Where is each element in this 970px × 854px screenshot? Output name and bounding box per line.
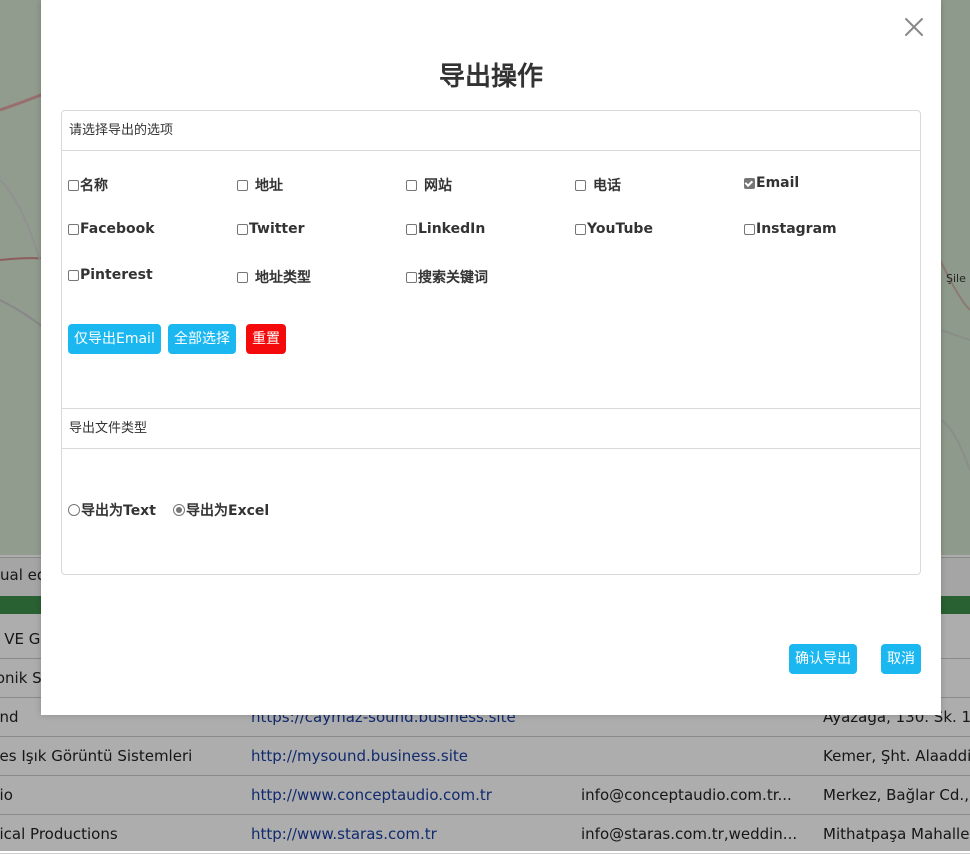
- reset-button[interactable]: 重置: [246, 324, 286, 354]
- checkbox-icon[interactable]: [237, 179, 248, 191]
- export-option-label: Instagram: [756, 221, 837, 237]
- export-option-label: YouTube: [587, 221, 653, 237]
- close-button[interactable]: [902, 15, 926, 39]
- file-type-option-0[interactable]: 导出为Text: [68, 500, 156, 520]
- export-email-only-button[interactable]: 仅导出Email: [68, 324, 161, 354]
- cancel-button[interactable]: 取消: [881, 644, 921, 674]
- checkbox-icon[interactable]: [68, 269, 79, 281]
- export-option-label: LinkedIn: [418, 221, 486, 237]
- close-icon: [905, 18, 923, 36]
- export-option-label: 地址: [255, 178, 283, 194]
- export-option-4[interactable]: Email: [744, 175, 799, 191]
- dialog-title: 导出操作: [438, 62, 543, 92]
- export-option-9[interactable]: Instagram: [744, 221, 837, 237]
- checkbox-icon[interactable]: [68, 179, 79, 191]
- file-type-label: 导出为Text: [81, 503, 156, 519]
- export-option-label: 电话: [593, 178, 621, 194]
- checkbox-icon[interactable]: [406, 179, 417, 191]
- select-all-button[interactable]: 全部选择: [168, 324, 236, 354]
- export-option-label: Twitter: [249, 221, 305, 237]
- export-option-6[interactable]: Twitter: [237, 221, 305, 237]
- export-option-11[interactable]: 地址类型: [237, 267, 311, 287]
- export-options-panel: 请选择导出的选项 名称 地址 网站 电话 Email Facebook Twitter Lin…: [61, 110, 921, 409]
- radio-icon[interactable]: [68, 504, 80, 516]
- export-option-0[interactable]: 名称: [68, 175, 108, 195]
- export-option-12[interactable]: 搜索关键词: [406, 267, 488, 287]
- export-option-label: 地址类型: [255, 270, 311, 286]
- export-option-label: Email: [756, 175, 800, 191]
- export-dialog: 导出操作 请选择导出的选项 名称 地址 网站 电话 Email Facebook Twitt…: [41, 0, 941, 715]
- confirm-export-button[interactable]: 确认导出: [789, 644, 857, 674]
- file-type-option-1[interactable]: 导出为Excel: [173, 500, 269, 520]
- checkbox-icon[interactable]: [237, 223, 248, 235]
- file-type-panel: 导出文件类型 导出为Text 导出为Excel: [61, 408, 921, 575]
- checkbox-icon[interactable]: [237, 271, 248, 283]
- checkbox-icon[interactable]: [744, 223, 755, 235]
- export-option-label: 搜索关键词: [418, 270, 488, 286]
- export-option-3[interactable]: 电话: [575, 175, 621, 195]
- export-option-7[interactable]: LinkedIn: [406, 221, 485, 237]
- export-option-label: Facebook: [80, 221, 155, 237]
- export-option-2[interactable]: 网站: [406, 175, 452, 195]
- export-option-label: Pinterest: [80, 267, 153, 283]
- checkbox-icon[interactable]: [575, 223, 586, 235]
- export-option-5[interactable]: Facebook: [68, 221, 155, 237]
- checkbox-icon[interactable]: [406, 223, 417, 235]
- export-option-1[interactable]: 地址: [237, 175, 283, 195]
- checkbox-icon[interactable]: [575, 179, 586, 191]
- export-option-label: 网站: [424, 178, 452, 194]
- export-option-10[interactable]: Pinterest: [68, 267, 153, 283]
- radio-icon[interactable]: [173, 504, 185, 516]
- export-options-heading: 请选择导出的选项: [62, 111, 920, 151]
- checkbox-icon[interactable]: [744, 177, 755, 189]
- checkbox-icon[interactable]: [406, 271, 417, 283]
- export-option-label: 名称: [80, 178, 108, 194]
- file-type-heading: 导出文件类型: [62, 409, 920, 449]
- checkbox-icon[interactable]: [68, 223, 79, 235]
- export-option-8[interactable]: YouTube: [575, 221, 653, 237]
- file-type-label: 导出为Excel: [186, 503, 270, 519]
